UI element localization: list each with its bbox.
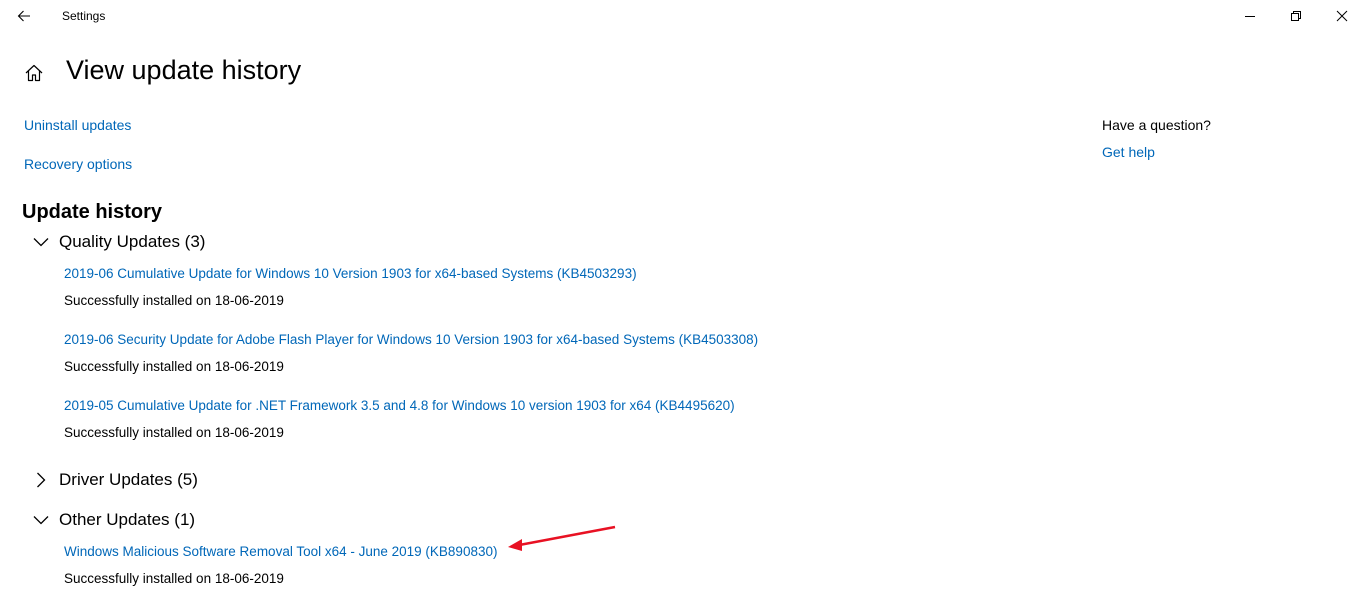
close-icon (1336, 10, 1348, 22)
minimize-button[interactable] (1227, 0, 1273, 32)
title-bar: Settings (0, 0, 1363, 32)
recovery-options-link[interactable]: Recovery options (24, 156, 132, 172)
uninstall-updates-link[interactable]: Uninstall updates (24, 117, 131, 133)
close-button[interactable] (1319, 0, 1363, 32)
get-help-link[interactable]: Get help (1102, 144, 1155, 160)
annotation-arrow-icon (508, 525, 616, 551)
help-question: Have a question? (1102, 117, 1211, 133)
group-label: Driver Updates (5) (59, 470, 198, 489)
driver-updates-group[interactable]: Driver Updates (5) (30, 466, 198, 494)
app-title: Settings (62, 9, 106, 23)
other-updates-group[interactable]: Other Updates (1) (30, 506, 195, 534)
home-button[interactable] (22, 61, 46, 85)
chevron-right-icon (30, 469, 52, 491)
group-label: Other Updates (1) (59, 510, 196, 529)
chevron-down-icon (30, 231, 52, 253)
restore-button[interactable] (1273, 0, 1319, 32)
page-title: View update history (66, 55, 302, 85)
update-status: Successfully installed on 18-06-2019 (64, 359, 284, 374)
update-status: Successfully installed on 18-06-2019 (64, 293, 284, 308)
update-title-link[interactable]: 2019-06 Security Update for Adobe Flash … (64, 332, 758, 347)
update-history-heading: Update history (22, 201, 163, 223)
update-title-link[interactable]: 2019-06 Cumulative Update for Windows 10… (64, 266, 637, 281)
update-title-link[interactable]: Windows Malicious Software Removal Tool … (64, 544, 497, 559)
update-status: Successfully installed on 18-06-2019 (64, 571, 284, 586)
back-arrow-icon (17, 10, 30, 22)
chevron-down-icon (30, 509, 52, 531)
quality-updates-group[interactable]: Quality Updates (3) (30, 228, 205, 256)
restore-icon (1291, 11, 1301, 21)
update-title-link[interactable]: 2019-05 Cumulative Update for .NET Frame… (64, 398, 735, 413)
home-icon (25, 64, 43, 82)
minimize-icon (1245, 16, 1255, 17)
back-button[interactable] (8, 4, 40, 28)
group-label: Quality Updates (3) (59, 232, 206, 251)
update-status: Successfully installed on 18-06-2019 (64, 425, 284, 440)
